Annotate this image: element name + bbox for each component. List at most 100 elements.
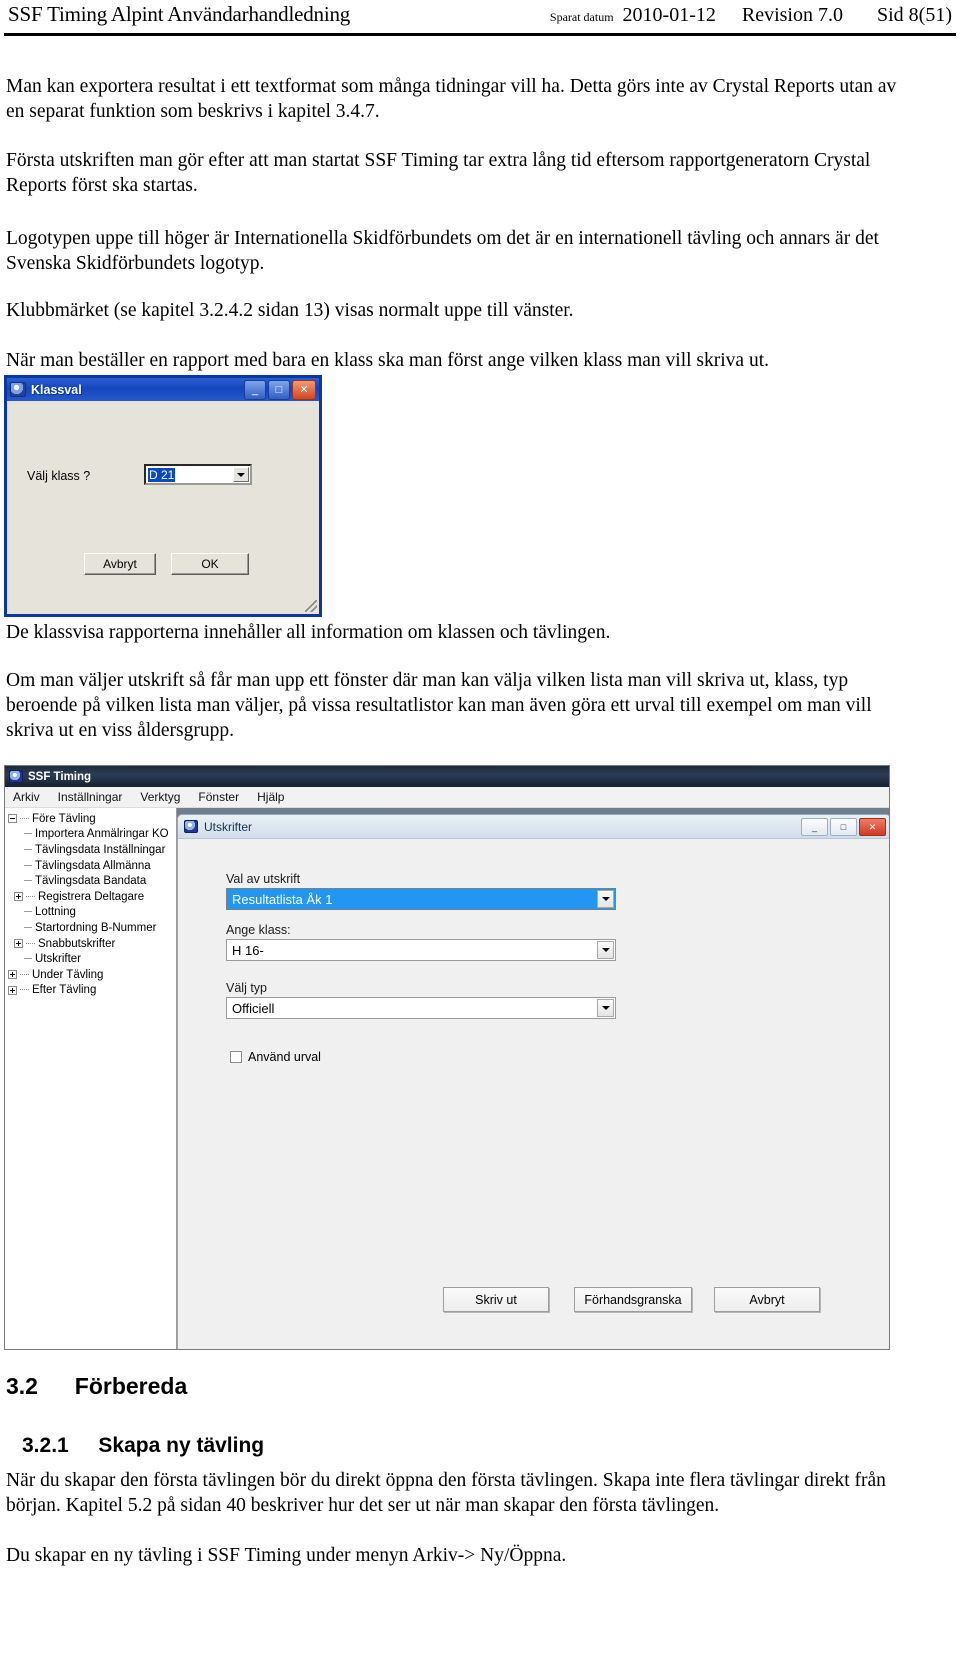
klassval-body: Välj klass ? D 21 Avbryt OK	[7, 401, 319, 614]
tree-connector-icon	[20, 973, 29, 976]
saved-date-value: 2010-01-12	[622, 4, 716, 26]
tree-item-efter-tavling[interactable]: Efter Tävling	[8, 983, 176, 999]
page-header: SSF Timing Alpint Användarhandledning Sp…	[0, 0, 960, 44]
resize-grip-icon[interactable]	[305, 600, 317, 612]
paragraph-create-first-competition: När du skapar den första tävlingen bör d…	[6, 1470, 886, 1516]
tree-item-fore-tavling[interactable]: Före Tävling	[8, 811, 176, 827]
tree-item-tavlingsdata-bandata[interactable]: Tävlingsdata Bandata	[8, 873, 176, 889]
tree-item-label: Lottning	[35, 906, 76, 919]
chevron-down-icon[interactable]	[597, 941, 614, 959]
maximize-icon[interactable]: □	[830, 818, 857, 836]
tree-item-label: Utskrifter	[35, 953, 81, 966]
tree-item-registrera-deltagare[interactable]: Registrera Deltagare	[8, 889, 176, 905]
tree-item-tavlingsdata-allmanna[interactable]: Tävlingsdata Allmänna	[8, 858, 176, 874]
klassval-title: Klassval	[31, 382, 82, 397]
paragraph-logotype: Logotypen uppe till höger är Internation…	[6, 228, 879, 274]
utskrifter-window-buttons: _ □ ✕	[801, 818, 886, 836]
anvand-urval-label: Använd urval	[248, 1050, 321, 1064]
klass-combobox-value: D 21	[148, 467, 176, 482]
tree-connector-icon	[20, 989, 29, 991]
section-title: Förbereda	[74, 1373, 188, 1399]
avbryt-button[interactable]: Avbryt	[714, 1287, 820, 1312]
utskrifter-titlebar[interactable]: Utskrifter _ □ ✕	[178, 815, 889, 839]
val-av-utskrift-combobox[interactable]: Resultatlista Åk 1	[226, 888, 616, 910]
val-av-utskrift-value: Resultatlista Åk 1	[232, 891, 333, 907]
app-icon	[184, 820, 198, 833]
cancel-button[interactable]: Avbryt	[84, 553, 156, 575]
chevron-down-icon[interactable]	[233, 467, 249, 482]
menu-item-verktyg[interactable]: Verktyg	[140, 790, 180, 804]
menu-item-fonster[interactable]: Fönster	[198, 790, 239, 804]
ange-klass-label: Ange klass:	[226, 923, 291, 937]
expand-icon[interactable]	[14, 892, 23, 902]
saved-date-label: Sparat datum	[549, 10, 614, 24]
chevron-down-icon[interactable]	[597, 999, 614, 1017]
paragraph-first-print: Första utskriften man gör efter att man …	[6, 150, 871, 196]
collapse-icon[interactable]	[8, 814, 17, 824]
tree-item-label: Registrera Deltagare	[38, 890, 145, 903]
menu-bar: Arkiv Inställningar Verktyg Fönster Hjäl…	[5, 787, 889, 808]
forhandsgranska-button[interactable]: Förhandsgranska	[574, 1287, 692, 1312]
tree-item-label: Efter Tävling	[32, 984, 97, 997]
close-icon[interactable]: ✕	[292, 380, 316, 400]
tree-connector-icon	[24, 880, 32, 882]
tree-item-utskrifter[interactable]: Utskrifter	[8, 951, 176, 967]
klass-combobox[interactable]: D 21	[144, 464, 252, 485]
section-heading-3-2-1: 3.2.1 Skapa ny tävling	[22, 1434, 264, 1458]
tree-item-lottning[interactable]: Lottning	[8, 905, 176, 921]
paragraph-classwise-reports: De klassvisa rapporterna innehåller all …	[6, 622, 611, 643]
app-icon	[9, 770, 23, 783]
revision-label: Revision 7.0	[741, 4, 843, 26]
tree-connector-icon	[24, 864, 32, 867]
tree-item-startordning-b-nummer[interactable]: Startordning B-Nummer	[8, 920, 176, 936]
maximize-icon[interactable]: □	[268, 380, 290, 400]
menu-item-installningar[interactable]: Inställningar	[58, 790, 123, 804]
document-title: SSF Timing Alpint Användarhandledning	[8, 2, 351, 26]
subsection-title: Skapa ny tävling	[98, 1434, 265, 1457]
tree-connector-icon	[20, 817, 29, 820]
expand-icon[interactable]	[8, 985, 17, 995]
anvand-urval-checkbox[interactable]	[230, 1051, 242, 1063]
menu-item-hjalp[interactable]: Hjälp	[257, 790, 284, 804]
valj-typ-value: Officiell	[232, 1000, 275, 1016]
tree-item-snabbutskrifter[interactable]: Snabbutskrifter	[8, 936, 176, 952]
menu-item-arkiv[interactable]: Arkiv	[13, 790, 40, 804]
klassval-dialog[interactable]: Klassval _ □ ✕ Välj klass ? D 21 Avbryt …	[4, 375, 322, 617]
valj-typ-combobox[interactable]: Officiell	[226, 997, 616, 1019]
tree-item-label: Startordning B-Nummer	[35, 921, 157, 934]
tree-item-label: Tävlingsdata Allmänna	[35, 859, 151, 872]
chevron-down-icon[interactable]	[597, 890, 614, 908]
close-icon[interactable]: ✕	[859, 818, 886, 836]
ok-button[interactable]: OK	[171, 553, 249, 575]
utskrifter-body: Val av utskrift Resultatlista Åk 1 Ange …	[178, 839, 889, 1349]
ssf-titlebar[interactable]: SSF Timing	[5, 766, 889, 787]
tree-item-label: Tävlingsdata Bandata	[35, 875, 147, 888]
minimize-icon[interactable]: _	[801, 818, 828, 836]
tree-item-tavlingsdata-installningar[interactable]: Tävlingsdata Inställningar	[8, 842, 176, 858]
utskrifter-title: Utskrifter	[204, 819, 252, 834]
tree-item-label: Före Tävling	[32, 812, 96, 825]
tree-item-label: Tävlingsdata Inställningar	[35, 843, 166, 856]
ssf-timing-window[interactable]: SSF Timing Arkiv Inställningar Verktyg F…	[4, 765, 890, 1350]
tree-connector-icon	[24, 958, 32, 960]
skriv-ut-button[interactable]: Skriv ut	[443, 1287, 549, 1312]
tree-item-importera-anmalringar[interactable]: Importera Anmälringar KO	[8, 827, 176, 843]
klassval-titlebar[interactable]: Klassval _ □ ✕	[7, 378, 319, 401]
valj-typ-label: Välj typ	[226, 981, 267, 995]
minimize-icon[interactable]: _	[244, 380, 266, 400]
utskrifter-dialog[interactable]: Utskrifter _ □ ✕ Val av utskrift Resulta…	[177, 814, 889, 1349]
expand-icon[interactable]	[8, 970, 17, 980]
ssf-client-area: Före Tävling Importera Anmälringar KO Tä…	[5, 808, 889, 1349]
navigation-tree[interactable]: Före Tävling Importera Anmälringar KO Tä…	[5, 808, 177, 1349]
expand-icon[interactable]	[14, 939, 23, 949]
ssf-window-title: SSF Timing	[28, 770, 92, 783]
ange-klass-combobox[interactable]: H 16-	[226, 939, 616, 961]
paragraph-export-text: Man kan exportera resultat i ett textfor…	[6, 76, 897, 122]
section-heading-3-2: 3.2 Förbereda	[6, 1373, 187, 1400]
tree-item-under-tavling[interactable]: Under Tävling	[8, 967, 176, 983]
tree-item-label: Snabbutskrifter	[38, 937, 116, 950]
tree-connector-icon	[24, 833, 32, 835]
paragraph-report-class: När man beställer en rapport med bara en…	[6, 350, 769, 371]
page-number-label: Sid 8(51)	[877, 4, 952, 26]
anvand-urval-checkbox-row[interactable]: Använd urval	[230, 1050, 321, 1064]
